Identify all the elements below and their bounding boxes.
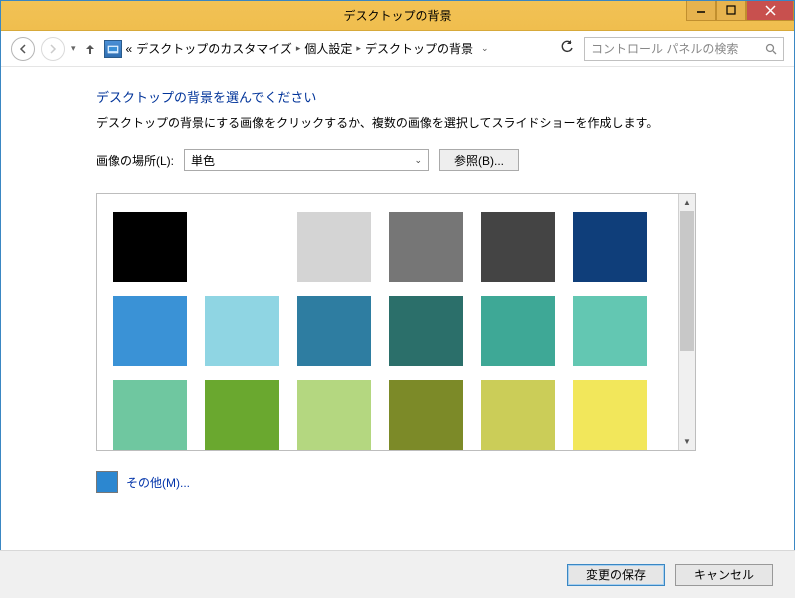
- location-value: 単色: [191, 152, 215, 169]
- breadcrumb-item-1[interactable]: デスクトップのカスタマイズ: [136, 40, 292, 57]
- chevron-right-icon: ▸: [296, 43, 301, 54]
- maximize-icon: [726, 5, 736, 15]
- breadcrumb-dropdown[interactable]: ⌄: [481, 43, 489, 54]
- content: デスクトップの背景を選んでください デスクトップの背景にする画像をクリックするか…: [1, 67, 794, 493]
- scroll-up-button[interactable]: ▲: [679, 194, 695, 211]
- nav-forward-button[interactable]: [41, 37, 65, 61]
- browse-button[interactable]: 参照(B)...: [439, 149, 519, 171]
- search-placeholder: コントロール パネルの検索: [591, 40, 738, 57]
- window-controls: [686, 1, 794, 21]
- search-icon: [765, 43, 777, 55]
- location-select[interactable]: 単色 ⌄: [184, 149, 429, 171]
- titlebar: デスクトップの背景: [1, 1, 794, 31]
- color-swatch[interactable]: [113, 380, 187, 450]
- navbar: ▾ « デスクトップのカスタマイズ ▸ 個人設定 ▸ デスクトップの背景 ⌄ コ…: [1, 31, 794, 67]
- color-swatch[interactable]: [481, 212, 555, 282]
- cancel-button[interactable]: キャンセル: [675, 564, 773, 586]
- save-label: 変更の保存: [586, 566, 646, 583]
- color-swatch[interactable]: [389, 296, 463, 366]
- breadcrumb-item-2[interactable]: 個人設定: [304, 40, 352, 57]
- other-color-swatch[interactable]: [96, 471, 118, 493]
- color-swatch[interactable]: [113, 212, 187, 282]
- color-swatch[interactable]: [481, 296, 555, 366]
- breadcrumb-prefix: «: [126, 42, 133, 56]
- page-heading: デスクトップの背景を選んでください: [96, 87, 764, 106]
- other-color-row: その他(M)...: [96, 471, 764, 493]
- nav-history-dropdown[interactable]: ▾: [71, 43, 76, 54]
- other-color-link[interactable]: その他(M)...: [126, 474, 190, 491]
- browse-label: 参照(B)...: [454, 152, 504, 169]
- footer: 変更の保存 キャンセル: [0, 550, 795, 598]
- color-swatch[interactable]: [573, 212, 647, 282]
- color-swatch[interactable]: [297, 296, 371, 366]
- color-swatch[interactable]: [205, 296, 279, 366]
- location-row: 画像の場所(L): 単色 ⌄ 参照(B)...: [96, 149, 764, 171]
- color-swatch[interactable]: [297, 212, 371, 282]
- arrow-right-icon: [48, 44, 58, 54]
- arrow-up-icon: [84, 43, 96, 55]
- arrow-left-icon: [18, 44, 28, 54]
- save-button[interactable]: 変更の保存: [567, 564, 665, 586]
- nav-up-button[interactable]: [82, 43, 98, 55]
- chevron-down-icon: ⌄: [414, 155, 422, 166]
- page-subtext: デスクトップの背景にする画像をクリックするか、複数の画像を選択してスライドショー…: [96, 114, 764, 131]
- cancel-label: キャンセル: [694, 566, 754, 583]
- maximize-button[interactable]: [716, 1, 746, 21]
- scrollbar[interactable]: ▲ ▼: [678, 194, 695, 450]
- scroll-track[interactable]: [679, 211, 695, 433]
- nav-back-button[interactable]: [11, 37, 35, 61]
- breadcrumb[interactable]: « デスクトップのカスタマイズ ▸ 個人設定 ▸ デスクトップの背景 ⌄: [104, 40, 550, 58]
- search-input[interactable]: コントロール パネルの検索: [584, 37, 784, 61]
- color-swatch[interactable]: [113, 296, 187, 366]
- close-icon: [765, 5, 776, 16]
- location-label: 画像の場所(L):: [96, 152, 174, 169]
- minimize-button[interactable]: [686, 1, 716, 21]
- color-swatch[interactable]: [389, 212, 463, 282]
- scroll-thumb[interactable]: [680, 211, 694, 351]
- color-swatch[interactable]: [573, 296, 647, 366]
- breadcrumb-item-3[interactable]: デスクトップの背景: [365, 40, 473, 57]
- color-swatch[interactable]: [297, 380, 371, 450]
- refresh-button[interactable]: [556, 40, 578, 57]
- control-panel-icon: [104, 40, 122, 58]
- color-swatch[interactable]: [481, 380, 555, 450]
- window-title: デスクトップの背景: [343, 7, 451, 24]
- scroll-down-button[interactable]: ▼: [679, 433, 695, 450]
- color-swatch[interactable]: [205, 212, 279, 282]
- close-button[interactable]: [746, 1, 794, 21]
- color-swatch[interactable]: [205, 380, 279, 450]
- color-swatch[interactable]: [389, 380, 463, 450]
- color-swatch[interactable]: [573, 380, 647, 450]
- refresh-icon: [560, 40, 574, 54]
- color-picker-box: ▲ ▼: [96, 193, 696, 451]
- minimize-icon: [696, 5, 706, 15]
- chevron-right-icon: ▸: [356, 43, 361, 54]
- color-grid: [97, 194, 678, 450]
